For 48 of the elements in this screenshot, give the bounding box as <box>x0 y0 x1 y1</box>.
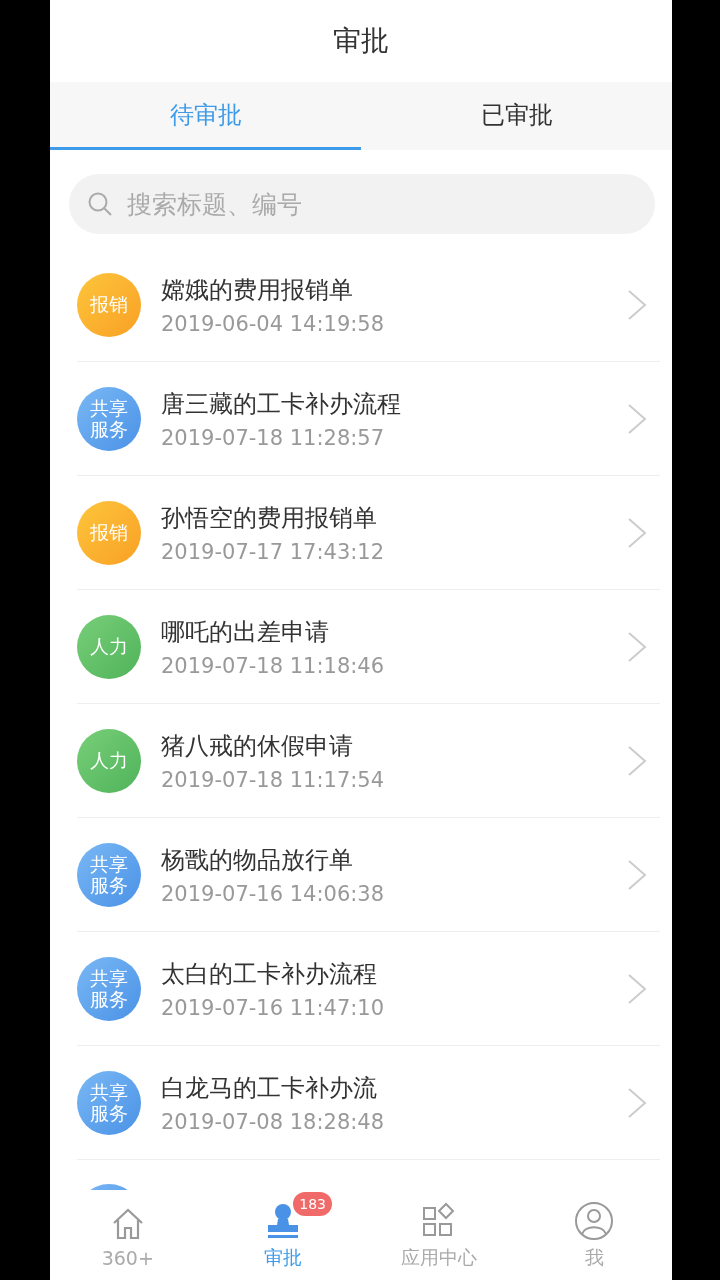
chevron-right-icon <box>626 401 648 436</box>
nav-label: 360+ <box>101 1247 154 1269</box>
category-avatar: 报销 <box>77 272 141 337</box>
category-avatar: 共享服务 <box>77 1070 141 1135</box>
list-item[interactable]: 报销 孙悟空的费用报销单 2019-07-17 17:43:12 <box>77 476 660 590</box>
nav-label: 审批 <box>264 1245 303 1270</box>
item-time: 2019-07-16 14:06:38 <box>161 881 386 906</box>
item-time: 2019-07-18 11:28:57 <box>161 425 386 450</box>
nav-label: 我 <box>584 1245 604 1270</box>
list-item[interactable]: 人力 哪吒的出差申请 2019-07-18 11:18:46 <box>77 590 660 704</box>
chevron-right-icon <box>626 629 648 664</box>
list-item[interactable]: 共享服务 白龙马的工卡补办流 2019-07-08 18:28:48 <box>77 1046 660 1160</box>
item-title: 孙悟空的费用报销单 <box>161 502 378 534</box>
category-avatar: 报销 <box>77 500 141 565</box>
search-field[interactable]: 搜索标题、编号 <box>69 174 655 234</box>
item-time: 2019-06-04 14:19:58 <box>161 311 386 336</box>
item-title: 猪八戒的休假申请 <box>161 730 354 762</box>
category-avatar: 共享服务 <box>77 386 141 451</box>
chevron-right-icon <box>626 287 648 322</box>
item-time: 2019-07-08 18:28:48 <box>161 1109 386 1134</box>
page-title: 审批 <box>333 23 389 59</box>
category-avatar: 人力 <box>77 728 141 793</box>
category-avatar: 共享服务 <box>77 956 141 1021</box>
item-title: 唐三藏的工卡补办流程 <box>161 388 402 420</box>
item-time: 2019-07-18 11:17:54 <box>161 767 386 792</box>
item-time: 2019-07-17 17:43:12 <box>161 539 386 564</box>
category-avatar: 共享服务 <box>77 842 141 907</box>
item-title: 哪吒的出差申请 <box>161 616 330 648</box>
count-badge: 183 <box>293 1192 332 1216</box>
list-item[interactable]: 共享服务 太白的工卡补办流程 2019-07-16 11:47:10 <box>77 932 660 1046</box>
item-title: 杨戬的物品放行单 <box>161 844 354 876</box>
list-item[interactable]: 报销 嫦娥的费用报销单 2019-06-04 14:19:58 <box>77 248 660 362</box>
item-title: 白龙马的工卡补办流 <box>161 1072 378 1104</box>
nav-label: 应用中心 <box>400 1245 477 1270</box>
item-time: 2019-07-16 11:47:10 <box>161 995 386 1020</box>
category-avatar: 人力 <box>77 614 141 679</box>
list-item[interactable]: 共享服务 杨戬的物品放行单 2019-07-16 14:06:38 <box>77 818 660 932</box>
list-item[interactable]: 共享服务 唐三藏的工卡补办流程 2019-07-18 11:28:57 <box>77 362 660 476</box>
tab[interactable]: 已审批 <box>361 82 672 150</box>
list-item[interactable]: 人力 猪八戒的休假申请 2019-07-18 11:17:54 <box>77 704 660 818</box>
chevron-right-icon <box>626 515 648 550</box>
chevron-right-icon <box>626 743 648 778</box>
chevron-right-icon <box>626 857 648 892</box>
item-title: 太白的工卡补办流程 <box>161 958 378 990</box>
item-time: 2019-07-18 11:18:46 <box>161 653 386 678</box>
chevron-right-icon <box>626 971 648 1006</box>
chevron-right-icon <box>626 1085 648 1120</box>
item-title: 嫦娥的费用报销单 <box>161 274 354 306</box>
